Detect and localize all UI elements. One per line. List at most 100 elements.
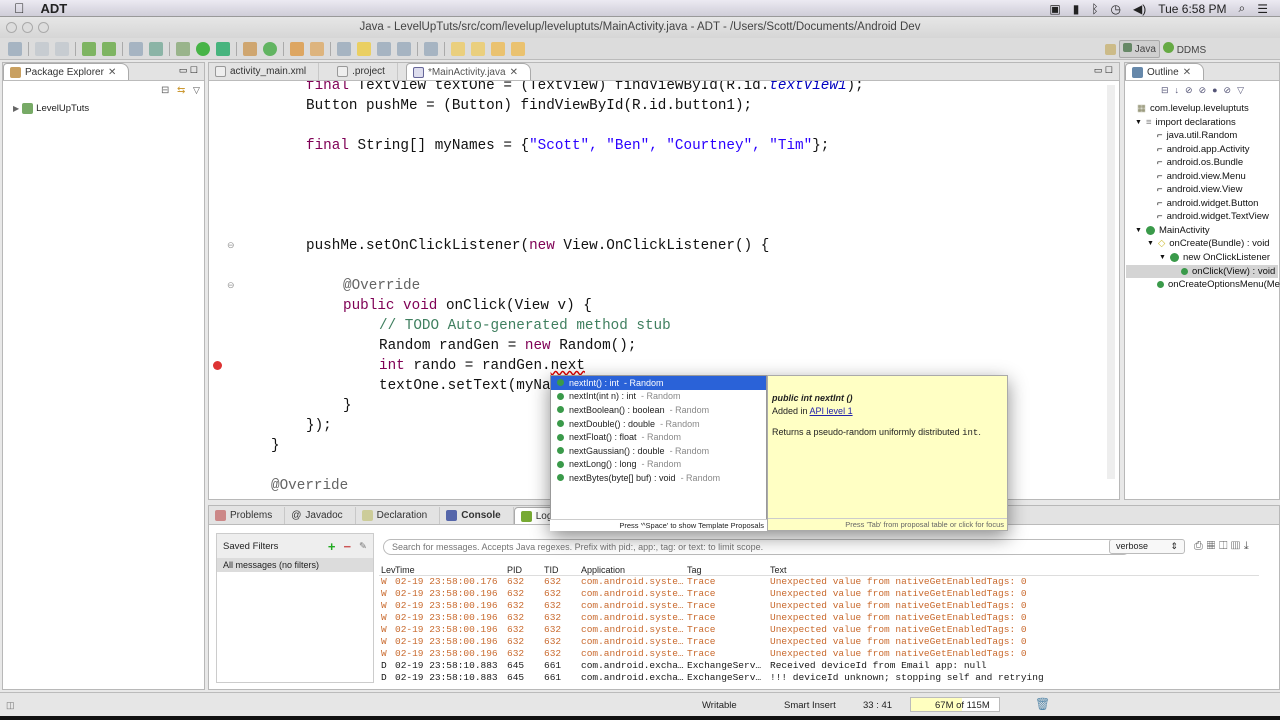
add-filter-icon[interactable]: +: [328, 539, 336, 554]
tab-project-file[interactable]: .project: [319, 63, 398, 80]
proposal-item[interactable]: nextDouble() : double - Random: [551, 417, 766, 431]
tab-outline[interactable]: Outline ✕: [1125, 63, 1205, 80]
logcat-row[interactable]: W 02-19 23:58:00.196 632 632 com.android.sys…: [379, 612, 1259, 624]
sdk-manager-icon[interactable]: [82, 41, 96, 56]
tab-declaration[interactable]: Declaration: [356, 507, 441, 524]
proposal-item[interactable]: nextInt(int n) : int - Random: [551, 390, 766, 404]
new-class-icon[interactable]: [263, 41, 277, 56]
garbage-collect-icon[interactable]: 🗑: [1035, 697, 1050, 711]
logcat-action-icons[interactable]: ⎙▦◫▥⤓: [1194, 540, 1253, 553]
proposal-item[interactable]: nextFloat() : float - Random: [551, 430, 766, 444]
logcat-row[interactable]: W 02-19 23:58:00.196 632 632 com.android.sys…: [379, 600, 1259, 612]
search-icon[interactable]: [310, 41, 324, 56]
zoom-window-button[interactable]: [38, 22, 49, 33]
new-android-project-icon[interactable]: [149, 41, 163, 56]
view-menu-icon[interactable]: ▽: [193, 85, 200, 96]
logcat-row[interactable]: W 02-19 23:58:00.176 632 632 com.android.sys…: [379, 576, 1259, 588]
mark-occurrences-icon[interactable]: [357, 41, 371, 56]
edit-filter-icon[interactable]: ✎: [359, 541, 367, 552]
volume-icon[interactable]: ◀): [1133, 2, 1146, 16]
link-editor-icon[interactable]: ⇆: [177, 85, 185, 96]
apple-icon[interactable]: : [14, 0, 25, 16]
expand-arrow-icon[interactable]: ▶: [13, 104, 19, 113]
tab-problems[interactable]: Problems: [209, 507, 286, 524]
debug-icon[interactable]: [176, 41, 190, 56]
tab-label: *MainActivity.java: [427, 66, 506, 78]
open-type-icon[interactable]: [290, 41, 304, 56]
external-tools-icon[interactable]: [216, 41, 230, 56]
minimize-maximize-icons[interactable]: ▭ ☐: [1094, 65, 1113, 76]
log-level-select[interactable]: verbose ⇕: [1109, 539, 1185, 554]
save-all-icon[interactable]: [55, 41, 69, 56]
imports-icon: ≡: [1145, 117, 1152, 128]
new-package-icon[interactable]: [243, 41, 257, 56]
logcat-row[interactable]: D 02-19 23:58:10.883 645 661 com.android.exc…: [379, 672, 1259, 684]
logcat-row[interactable]: W 02-19 23:58:00.196 632 632 com.android.sys…: [379, 636, 1259, 648]
proposal-item[interactable]: nextLong() : long - Random: [551, 458, 766, 472]
code-line: public void onClick(View v) {: [343, 298, 592, 314]
clock[interactable]: Tue 6:58 PM: [1158, 2, 1226, 16]
tab-console[interactable]: Console: [440, 507, 514, 524]
back-icon[interactable]: [491, 41, 505, 56]
avd-manager-icon[interactable]: [102, 41, 116, 56]
tab-javadoc[interactable]: @ Javadoc: [285, 507, 356, 524]
close-window-button[interactable]: [6, 22, 17, 33]
import-icon: ⌐: [1157, 171, 1163, 182]
outline-toolbar-icons[interactable]: ⊟↓⊘⊘●⊘▽: [1161, 85, 1250, 96]
new-icon[interactable]: [8, 41, 22, 56]
close-icon[interactable]: ✕: [510, 67, 518, 78]
lint-icon[interactable]: [129, 41, 143, 56]
logcat-row[interactable]: W 02-19 23:58:00.196 632 632 com.android.sys…: [379, 648, 1259, 660]
proposal-item[interactable]: nextBytes(byte[] buf) : void - Random: [551, 471, 766, 485]
close-icon[interactable]: ✕: [1183, 67, 1191, 78]
clipboard-icon[interactable]: ▮: [1073, 2, 1080, 16]
save-icon[interactable]: [35, 41, 49, 56]
run-icon[interactable]: [196, 41, 210, 56]
outline-item-import: ⌐ android.os.Bundle: [1157, 157, 1244, 168]
logcat-row[interactable]: W 02-19 23:58:00.196 632 632 com.android.sys…: [379, 588, 1259, 600]
logcat-cell: com.android.syste…: [581, 588, 684, 599]
tab-package-explorer[interactable]: Package Explorer ✕: [3, 63, 130, 80]
previous-annotation-icon[interactable]: [471, 41, 485, 56]
project-tree-item[interactable]: ▶ LevelUpTuts: [13, 103, 89, 114]
close-icon[interactable]: ✕: [108, 67, 116, 78]
proposal-list[interactable]: nextInt() : int - Random nextInt(int n) : …: [550, 375, 767, 531]
open-perspective-icon[interactable]: [1105, 43, 1116, 55]
logcat-search-input[interactable]: [383, 539, 1131, 555]
tab-activity-main-xml[interactable]: activity_main.xml: [209, 63, 320, 80]
proposal-item[interactable]: nextInt() : int - Random: [551, 376, 766, 390]
import-icon: ⌐: [1157, 157, 1163, 168]
tab-main-activity-java[interactable]: *MainActivity.java ✕: [405, 63, 531, 80]
camera-icon[interactable]: ▣: [1049, 2, 1060, 16]
logcat-row[interactable]: W 02-19 23:58:00.196 632 632 com.android.sys…: [379, 624, 1259, 636]
notification-icon[interactable]: ☰: [1257, 2, 1268, 16]
filter-item-all[interactable]: All messages (no filters): [217, 558, 373, 572]
collapse-all-icon[interactable]: ⊟: [161, 85, 169, 96]
forward-icon[interactable]: [511, 41, 525, 56]
annotation-icon[interactable]: [337, 41, 351, 56]
next-annotation-icon[interactable]: [451, 41, 465, 56]
ddms-perspective-button[interactable]: DDMS: [1162, 42, 1206, 56]
spotlight-icon[interactable]: ⌕: [1239, 1, 1246, 16]
proposal-item[interactable]: nextBoolean() : boolean - Random: [551, 403, 766, 417]
editor-scrollbar[interactable]: [1107, 85, 1115, 479]
bluetooth-icon[interactable]: ᛒ: [1091, 2, 1098, 16]
heap-status[interactable]: 67M of 115M: [910, 697, 1000, 712]
api-level-link[interactable]: API level 1: [810, 406, 853, 416]
outline-item-method-selected[interactable]: onClick(View) : void: [1181, 266, 1275, 277]
remove-filter-icon[interactable]: −: [343, 539, 351, 554]
block-selection-icon[interactable]: [377, 41, 391, 56]
logcat-row[interactable]: D 02-19 23:58:10.883 645 661 com.android.exc…: [379, 660, 1259, 672]
app-menu[interactable]: ADT: [41, 1, 68, 16]
java-perspective-button[interactable]: Java: [1119, 40, 1160, 58]
fold-icon[interactable]: ⊖: [227, 281, 235, 291]
minimize-window-button[interactable]: [22, 22, 33, 33]
show-whitespace-icon[interactable]: [397, 41, 411, 56]
time-machine-icon[interactable]: ◷: [1111, 2, 1121, 16]
skip-breakpoints-icon[interactable]: [424, 41, 438, 56]
fold-icon[interactable]: ⊖: [227, 241, 235, 251]
proposal-item[interactable]: nextGaussian() : double - Random: [551, 444, 766, 458]
fast-view-icon[interactable]: ◫: [6, 700, 15, 711]
minimize-maximize-icons[interactable]: ▭ ☐: [179, 65, 198, 76]
error-marker-icon[interactable]: [213, 361, 222, 370]
